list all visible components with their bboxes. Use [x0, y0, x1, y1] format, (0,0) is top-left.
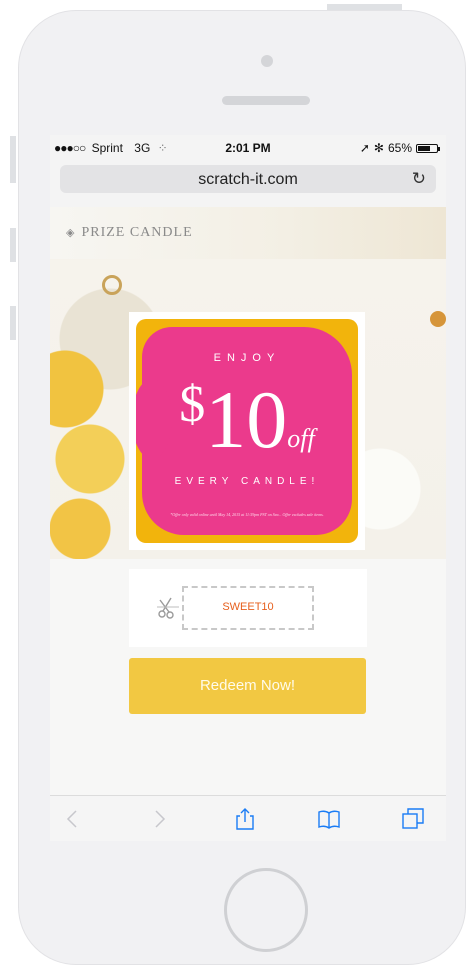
coupon-enjoy-text: ENJOY — [213, 352, 281, 364]
coupon-off-text: off — [287, 424, 315, 453]
share-icon[interactable] — [234, 808, 256, 830]
front-camera — [261, 55, 273, 67]
coupon-scratch-area[interactable]: ENJOY $10off EVERY CANDLE! *Offer only v… — [136, 319, 358, 543]
battery-percent: 65% — [387, 141, 412, 155]
coupon-card[interactable]: ENJOY $10off EVERY CANDLE! *Offer only v… — [129, 312, 365, 550]
home-button[interactable] — [224, 868, 308, 952]
bookmarks-icon[interactable] — [318, 808, 340, 830]
status-right: ➚ ✻ 65% — [359, 141, 440, 155]
phone-silent-switch — [10, 136, 16, 183]
redeem-now-button[interactable]: Redeem Now! — [129, 658, 366, 714]
page-header: ◈ PRIZE CANDLE — [50, 207, 446, 259]
phone-volume-down — [10, 306, 16, 340]
brand-logo: ◈ PRIZE CANDLE — [66, 225, 193, 241]
reload-icon[interactable]: ↻ — [412, 169, 426, 189]
phone-screen: ●●●○○ Sprint 3G ⁘ 2:01 PM ➚ ✻ 65% scratc… — [50, 135, 446, 841]
safari-toolbar — [50, 795, 446, 841]
diamond-icon: ◈ — [66, 227, 76, 239]
coupon-dollar-sign: $ — [179, 376, 206, 433]
url-text[interactable]: scratch-it.com — [60, 171, 436, 189]
promo-code-box[interactable]: SWEET10 — [182, 586, 314, 630]
location-icon: ➚ — [359, 141, 370, 155]
safari-address-area: scratch-it.com ↻ — [50, 161, 446, 208]
flower-decoration — [430, 311, 446, 327]
scissors-icon — [157, 597, 179, 619]
ring-decoration — [102, 275, 122, 295]
coupon-fine-print: *Offer only valid online until May 14, 2… — [170, 512, 324, 517]
coupon-every-candle-text: EVERY CANDLE! — [174, 476, 320, 487]
promo-code-text[interactable]: SWEET10 — [184, 601, 312, 613]
web-page: ◈ PRIZE CANDLE ENJOY $10off EVERY CANDLE!… — [50, 207, 446, 795]
status-bar: ●●●○○ Sprint 3G ⁘ 2:01 PM ➚ ✻ 65% — [50, 135, 446, 161]
earpiece-speaker — [222, 96, 310, 105]
battery-fill — [418, 145, 430, 151]
address-bar[interactable]: scratch-it.com ↻ — [60, 165, 436, 193]
forward-icon[interactable] — [148, 808, 170, 830]
promo-code-card: SWEET10 — [129, 569, 367, 647]
battery-icon — [416, 143, 440, 153]
coupon-amount: $10off — [136, 375, 358, 465]
tabs-icon[interactable] — [402, 808, 424, 830]
brand-name: PRIZE CANDLE — [81, 225, 193, 240]
coupon-number: 10 — [205, 374, 288, 465]
bluetooth-icon: ✻ — [373, 141, 384, 155]
back-icon[interactable] — [62, 808, 84, 830]
phone-volume-up — [10, 228, 16, 262]
